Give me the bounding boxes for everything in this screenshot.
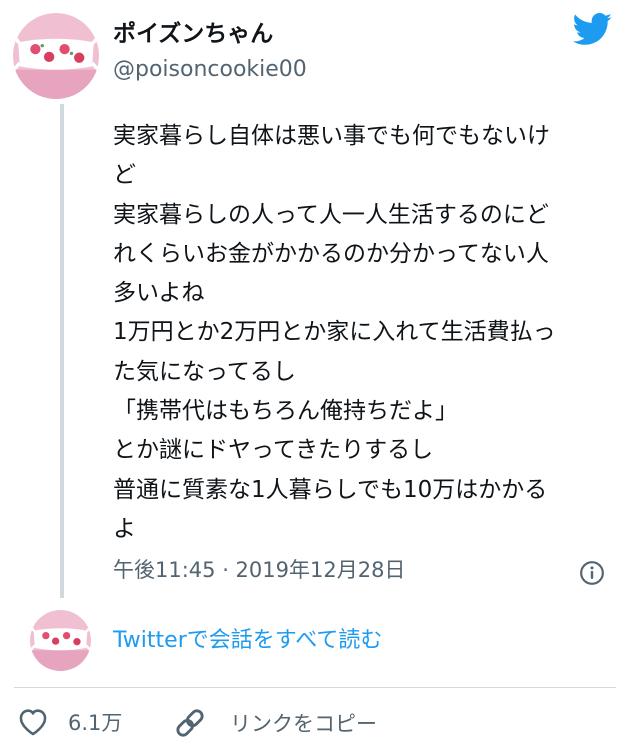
tweet-text-line: た気になってるし (113, 358, 296, 385)
divider (14, 687, 616, 688)
tweet-text-line: ど (113, 162, 136, 189)
copy-link-label: リンクをコピー (230, 712, 377, 736)
avatar-image (13, 13, 99, 99)
tweet-text-line: 実家暮らし自体は悪い事でも何でもないけ (113, 123, 550, 149)
thread-line (60, 104, 64, 598)
author-display-name[interactable]: ポイズンちゃん (113, 14, 273, 48)
like-count: 6.1万 (68, 711, 123, 735)
tweet-text-line: れくらいお金がかかるのか分かってない人 (113, 240, 549, 267)
tweet-text-line: 実家暮らしの人って人一人生活するのにど (113, 201, 549, 228)
heart-icon (19, 709, 47, 736)
copy-link-button[interactable]: リンクをコピー (172, 705, 377, 741)
tweet-text-line: 「携帯代はもちろん俺持ちだよ」 (113, 398, 458, 425)
tweet-text-line: よ (113, 515, 136, 542)
link-icon (176, 709, 204, 737)
conversation-avatar[interactable] (30, 610, 91, 671)
tweet-timestamp[interactable]: 午後11:45 · 2019年12月28日 (113, 554, 405, 584)
twitter-bird-icon[interactable] (571, 13, 613, 47)
tweet-text-line: とか謎にドヤってきたりするし (113, 437, 434, 464)
like-button[interactable]: 6.1万 (16, 705, 122, 739)
info-icon[interactable] (579, 560, 605, 586)
tweet-text-line: 普通に質素な1人暮らしでも10万はかかる (113, 476, 548, 503)
author-handle[interactable]: @poisoncookie00 (113, 57, 307, 82)
tweet-text-line: 多いよね (113, 280, 205, 307)
tweet-text-line: 1万円とか2万円とか家に入れて生活費払っ (113, 319, 556, 346)
author-avatar[interactable] (13, 13, 99, 99)
avatar-image (30, 610, 91, 671)
tweet-text: 実家暮らし自体は悪い事でも何でもないけ ど 実家暮らしの人って人一人生活するのに… (113, 117, 613, 549)
read-conversation-link[interactable]: Twitterで会話をすべて読む (113, 622, 382, 654)
